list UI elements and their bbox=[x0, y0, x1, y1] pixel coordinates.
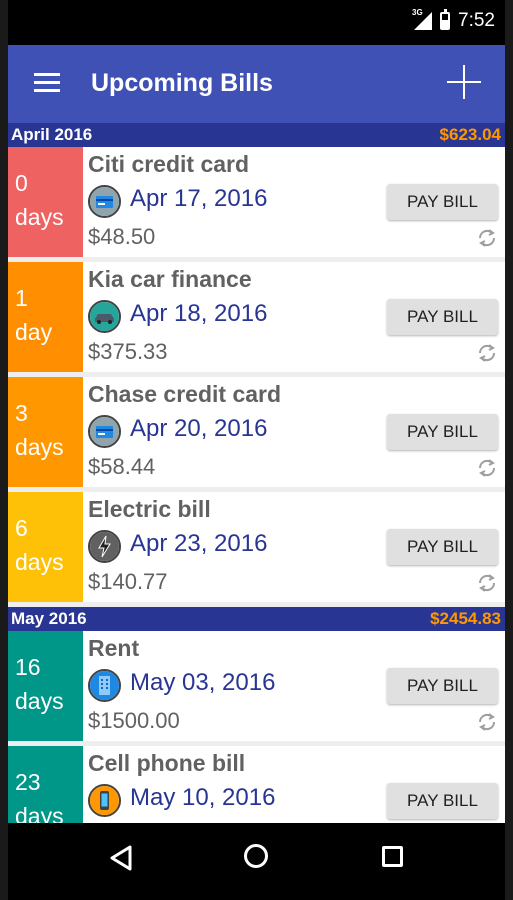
days-until-due: 3 days bbox=[8, 377, 83, 487]
days-until-due: 6 days bbox=[8, 492, 83, 602]
credit-card-icon bbox=[88, 415, 121, 448]
pay-bill-button[interactable]: PAY BILL bbox=[387, 414, 498, 450]
days-unit: days bbox=[15, 434, 64, 460]
month-total: $2454.83 bbox=[430, 609, 501, 628]
bill-card[interactable]: 16 days Rent May 03, 2016 $1500.00 PAY BILL bbox=[8, 631, 505, 741]
bill-name: Kia car finance bbox=[88, 266, 252, 292]
credit-card-icon bbox=[88, 185, 121, 218]
due-date: Apr 23, 2016 bbox=[130, 530, 268, 557]
recent-apps-icon[interactable] bbox=[382, 846, 403, 867]
menu-icon[interactable] bbox=[34, 73, 60, 93]
due-date: May 03, 2016 bbox=[130, 669, 276, 696]
bill-card[interactable]: 6 days Electric bill Apr 23, 2016 $140.77 PAY… bbox=[8, 492, 505, 602]
days-unit: days bbox=[15, 549, 64, 575]
month-label: May 2016 bbox=[11, 609, 87, 628]
days-unit: days bbox=[15, 204, 64, 230]
days-until-due: 1 day bbox=[8, 262, 83, 372]
app-bar: Upcoming Bills bbox=[8, 45, 505, 123]
month-header: May 2016 $2454.83 bbox=[8, 607, 505, 631]
days-number: 3 bbox=[15, 400, 28, 426]
month-total: $623.04 bbox=[439, 125, 501, 144]
month-header: April 2016 $623.04 bbox=[8, 123, 505, 147]
due-date: Apr 17, 2016 bbox=[130, 185, 268, 212]
clock: 7:52 bbox=[458, 10, 495, 31]
page-title: Upcoming Bills bbox=[91, 69, 273, 97]
days-number: 16 bbox=[15, 654, 41, 680]
days-unit: day bbox=[15, 319, 53, 345]
back-icon[interactable] bbox=[108, 844, 134, 872]
days-number: 1 bbox=[15, 285, 28, 311]
battery-icon bbox=[440, 9, 451, 30]
home-icon[interactable] bbox=[244, 844, 268, 868]
car-icon bbox=[88, 300, 121, 333]
days-until-due: 0 days bbox=[8, 147, 83, 257]
lightning-icon bbox=[88, 530, 121, 563]
bill-amount: $48.50 bbox=[88, 224, 156, 249]
pay-bill-button[interactable]: PAY BILL bbox=[387, 299, 498, 335]
navigation-bar bbox=[8, 823, 505, 900]
pay-bill-button[interactable]: PAY BILL bbox=[387, 668, 498, 704]
pay-bill-button[interactable]: PAY BILL bbox=[387, 529, 498, 565]
bill-card[interactable]: 1 day Kia car finance Apr 18, 2016 $375.33 PA… bbox=[8, 262, 505, 372]
bill-amount: $1500.00 bbox=[88, 708, 180, 733]
days-number: 6 bbox=[15, 515, 28, 541]
days-number: 0 bbox=[15, 170, 28, 196]
bill-name: Electric bill bbox=[88, 496, 211, 522]
bill-card[interactable]: 3 days Chase credit card Apr 20, 2016 $58.44… bbox=[8, 377, 505, 487]
pay-bill-button[interactable]: PAY BILL bbox=[387, 783, 498, 819]
days-until-due: 16 days bbox=[8, 631, 83, 741]
repeat-icon bbox=[476, 572, 498, 594]
bill-name: Cell phone bill bbox=[88, 750, 246, 776]
days-unit: days bbox=[15, 803, 64, 823]
bill-amount: $140.77 bbox=[88, 569, 168, 594]
days-until-due: 23 days bbox=[8, 746, 83, 823]
pay-bill-button[interactable]: PAY BILL bbox=[387, 184, 498, 220]
bill-name: Rent bbox=[88, 635, 140, 661]
bill-card[interactable]: 23 days Cell phone bill May 10, 2016 PAY BIL… bbox=[8, 746, 505, 823]
days-number: 23 bbox=[15, 769, 41, 795]
bill-amount: $58.44 bbox=[88, 454, 156, 479]
repeat-icon bbox=[476, 342, 498, 364]
due-date: May 10, 2016 bbox=[130, 784, 276, 811]
days-unit: days bbox=[15, 688, 64, 714]
bill-card[interactable]: 0 days Citi credit card Apr 17, 2016 $48.50 P… bbox=[8, 147, 505, 257]
month-label: April 2016 bbox=[11, 125, 93, 144]
due-date: Apr 18, 2016 bbox=[130, 300, 268, 327]
phone-icon bbox=[88, 784, 121, 817]
bill-name: Chase credit card bbox=[88, 381, 282, 407]
phone-screen: 3G 7:52 Upcoming Bills April 2016 $623.04… bbox=[8, 0, 505, 900]
add-bill-icon[interactable] bbox=[447, 65, 481, 99]
building-icon bbox=[88, 669, 121, 702]
repeat-icon bbox=[476, 457, 498, 479]
signal-icon: 3G bbox=[412, 8, 433, 30]
bill-name: Citi credit card bbox=[88, 151, 250, 177]
bill-amount: $375.33 bbox=[88, 339, 168, 364]
repeat-icon bbox=[476, 711, 498, 733]
due-date: Apr 20, 2016 bbox=[130, 415, 268, 442]
repeat-icon bbox=[476, 227, 498, 249]
bill-list[interactable]: April 2016 $623.04 0 days Citi credit card Ap… bbox=[8, 123, 505, 823]
status-bar: 3G 7:52 bbox=[8, 0, 505, 45]
